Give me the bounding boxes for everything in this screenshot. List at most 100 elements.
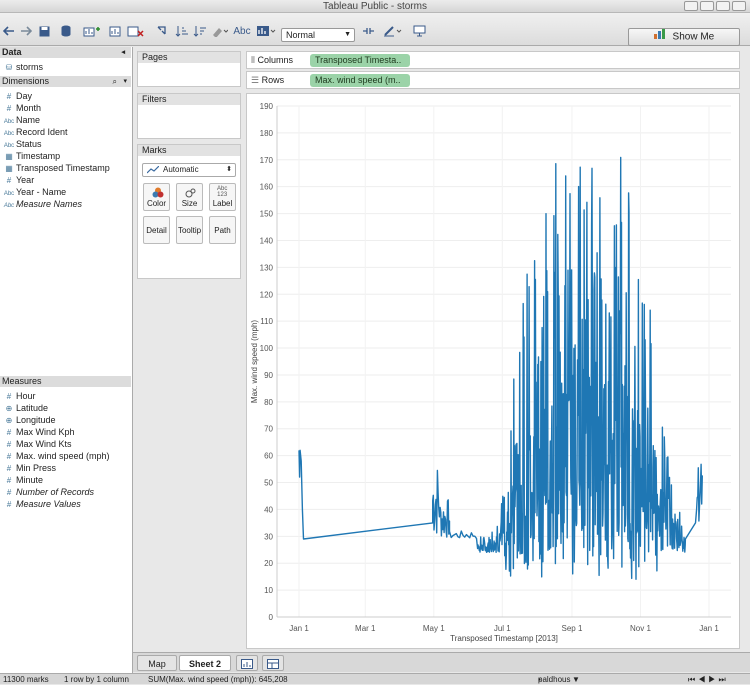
datasource-icon: ⛁ [5, 63, 13, 72]
y-tick-label: 150 [260, 210, 274, 219]
clear-sheet-icon[interactable] [126, 24, 144, 38]
meas-field-max-wind-speed-mph-[interactable]: # Max. wind speed (mph) [2, 450, 110, 462]
mark-size-select[interactable]: Normal ▼ [281, 28, 355, 42]
dim-field-transposed-timestamp[interactable]: ▦ Transposed Timestamp [2, 162, 110, 174]
y-tick-label: 0 [269, 613, 274, 622]
annotate-pen-icon[interactable] [382, 24, 404, 38]
chart-area: 0 10 20 30 40 50 60 70 80 90 100 110 120 130 140 150 160… [246, 93, 740, 649]
wind-speed-line[interactable] [298, 156, 703, 580]
chevron-down-icon: ▼ [572, 675, 580, 684]
x-tick-label: Nov 1 [630, 624, 651, 633]
forward-arrow-icon[interactable] [20, 24, 32, 38]
pages-header: Pages [138, 52, 240, 63]
meas-field-min-press[interactable]: # Min Press [2, 462, 56, 474]
fit-icon[interactable] [361, 24, 375, 38]
sort-descending-icon[interactable] [192, 24, 206, 38]
search-icon[interactable]: ⌕ [113, 76, 117, 87]
y-tick-label: 40 [264, 505, 273, 514]
sheet-navigation[interactable]: ⏮◀▶⏭ [688, 674, 729, 685]
meas-field-label: Max. wind speed (mph) [16, 451, 110, 461]
sort-ascending-icon[interactable] [174, 24, 188, 38]
highlight-icon[interactable] [210, 24, 228, 38]
new-worksheet-tab-icon[interactable] [236, 655, 258, 671]
database-icon[interactable] [60, 24, 72, 38]
dim-field-status[interactable]: Abc Status [2, 138, 42, 150]
detail-button[interactable]: Detail [143, 216, 170, 244]
label-icon: Abc 123 [217, 186, 228, 198]
meas-field-number-of-records[interactable]: # Number of Records [2, 486, 94, 498]
meas-field-latitude[interactable]: ⊕ Latitude [2, 402, 48, 414]
presentation-mode-icon[interactable] [412, 24, 426, 38]
chart-type-icon[interactable] [255, 24, 277, 38]
new-dashboard-tab-icon[interactable] [262, 655, 284, 671]
dim-field-record-ident[interactable]: Abc Record Ident [2, 126, 68, 138]
dim-field-label: Status [16, 139, 42, 149]
line-chart[interactable]: 0 10 20 30 40 50 60 70 80 90 100 110 120 130 140 150 160… [247, 94, 741, 650]
x-axis-title: Transposed Timestamp [2013] [450, 634, 558, 643]
dim-field-measure-names[interactable]: Abc Measure Names [2, 198, 82, 210]
view-button-1[interactable] [684, 1, 698, 11]
y-tick-label: 140 [260, 236, 274, 245]
rows-icon: ☰ [251, 75, 262, 85]
pages-card[interactable]: Pages [137, 51, 241, 87]
meas-field-max-wind-kts[interactable]: # Max Wind Kts [2, 438, 72, 450]
y-tick-label: 70 [264, 425, 273, 434]
filters-card[interactable]: Filters [137, 93, 241, 139]
view-button-4[interactable] [732, 1, 746, 11]
abc-label-toggle[interactable]: Abc [233, 24, 251, 38]
show-me-button[interactable]: Show Me [628, 28, 740, 46]
toolbar: Abc Normal ▼ Show Me [0, 13, 750, 46]
tooltip-button[interactable]: Tooltip [176, 216, 203, 244]
path-button[interactable]: Path [209, 216, 236, 244]
view-button-2[interactable] [700, 1, 714, 11]
swap-rows-columns-icon[interactable] [155, 24, 169, 38]
y-tick-label: 50 [264, 479, 273, 488]
meas-field-label: Minute [16, 475, 44, 485]
dim-field-name[interactable]: Abc Name [2, 114, 40, 126]
dim-field-label: Record Ident [16, 127, 68, 137]
label-button[interactable]: Abc 123 Label [209, 183, 236, 211]
dim-field-label: Transposed Timestamp [16, 163, 110, 173]
dim-field-timestamp[interactable]: ▦ Timestamp [2, 150, 60, 162]
x-tick-label: Mar 1 [355, 624, 376, 633]
dim-field-month[interactable]: # Month [2, 102, 41, 114]
menu-arrow-icon[interactable]: ▾ [123, 76, 127, 87]
user-name: paldhous [538, 675, 571, 684]
y-tick-label: 110 [260, 317, 273, 326]
x-tick-label: Jan 1 [699, 624, 719, 633]
meas-field-label: Longitude [16, 415, 56, 425]
x-tick-label: Jul 1 [494, 624, 511, 633]
datasource-label: storms [16, 62, 43, 72]
status-sum: SUM(Max. wind speed (mph)): 645,208 [148, 675, 288, 684]
tab-map[interactable]: Map [137, 655, 177, 671]
meas-field-hour[interactable]: # Hour [2, 390, 36, 402]
dim-field-label: Month [16, 103, 42, 113]
dim-field-year-name[interactable]: Abc Year - Name [2, 186, 66, 198]
save-icon[interactable] [38, 24, 50, 38]
sheet-tabs-bar: Map Sheet 2 [133, 652, 750, 672]
pane-collapse-icon[interactable]: ◂ [121, 47, 125, 58]
tab-sheet-2[interactable]: Sheet 2 [179, 655, 231, 671]
dim-field-year[interactable]: # Year [2, 174, 34, 186]
dim-field-day[interactable]: # Day [2, 90, 32, 102]
y-tick-label: 170 [260, 156, 274, 165]
size-button[interactable]: Size [176, 183, 203, 211]
columns-shelf[interactable]: ⦀ Columns Transposed Timesta.. [246, 51, 740, 69]
columns-pill[interactable]: Transposed Timesta.. [310, 54, 410, 67]
meas-field-minute[interactable]: # Minute [2, 474, 43, 486]
label-label: Label [212, 199, 233, 208]
view-button-3[interactable] [716, 1, 730, 11]
marks-type-select[interactable]: Automatic ⬍ [142, 163, 236, 177]
measures-header-label: Measures [2, 376, 42, 386]
duplicate-sheet-icon[interactable] [108, 24, 122, 38]
back-arrow-icon[interactable] [3, 24, 15, 38]
meas-field-max-wind-kph[interactable]: # Max Wind Kph [2, 426, 75, 438]
filters-header: Filters [138, 94, 240, 105]
rows-pill[interactable]: Max. wind speed (m.. [310, 74, 410, 87]
meas-field-longitude[interactable]: ⊕ Longitude [2, 414, 56, 426]
rows-shelf[interactable]: ☰ Rows Max. wind speed (m.. [246, 71, 740, 89]
color-button[interactable]: Color [143, 183, 170, 211]
datasource-item[interactable]: ⛁ storms [2, 61, 43, 73]
new-worksheet-icon[interactable] [82, 24, 102, 38]
meas-field-measure-values[interactable]: # Measure Values [2, 498, 81, 510]
